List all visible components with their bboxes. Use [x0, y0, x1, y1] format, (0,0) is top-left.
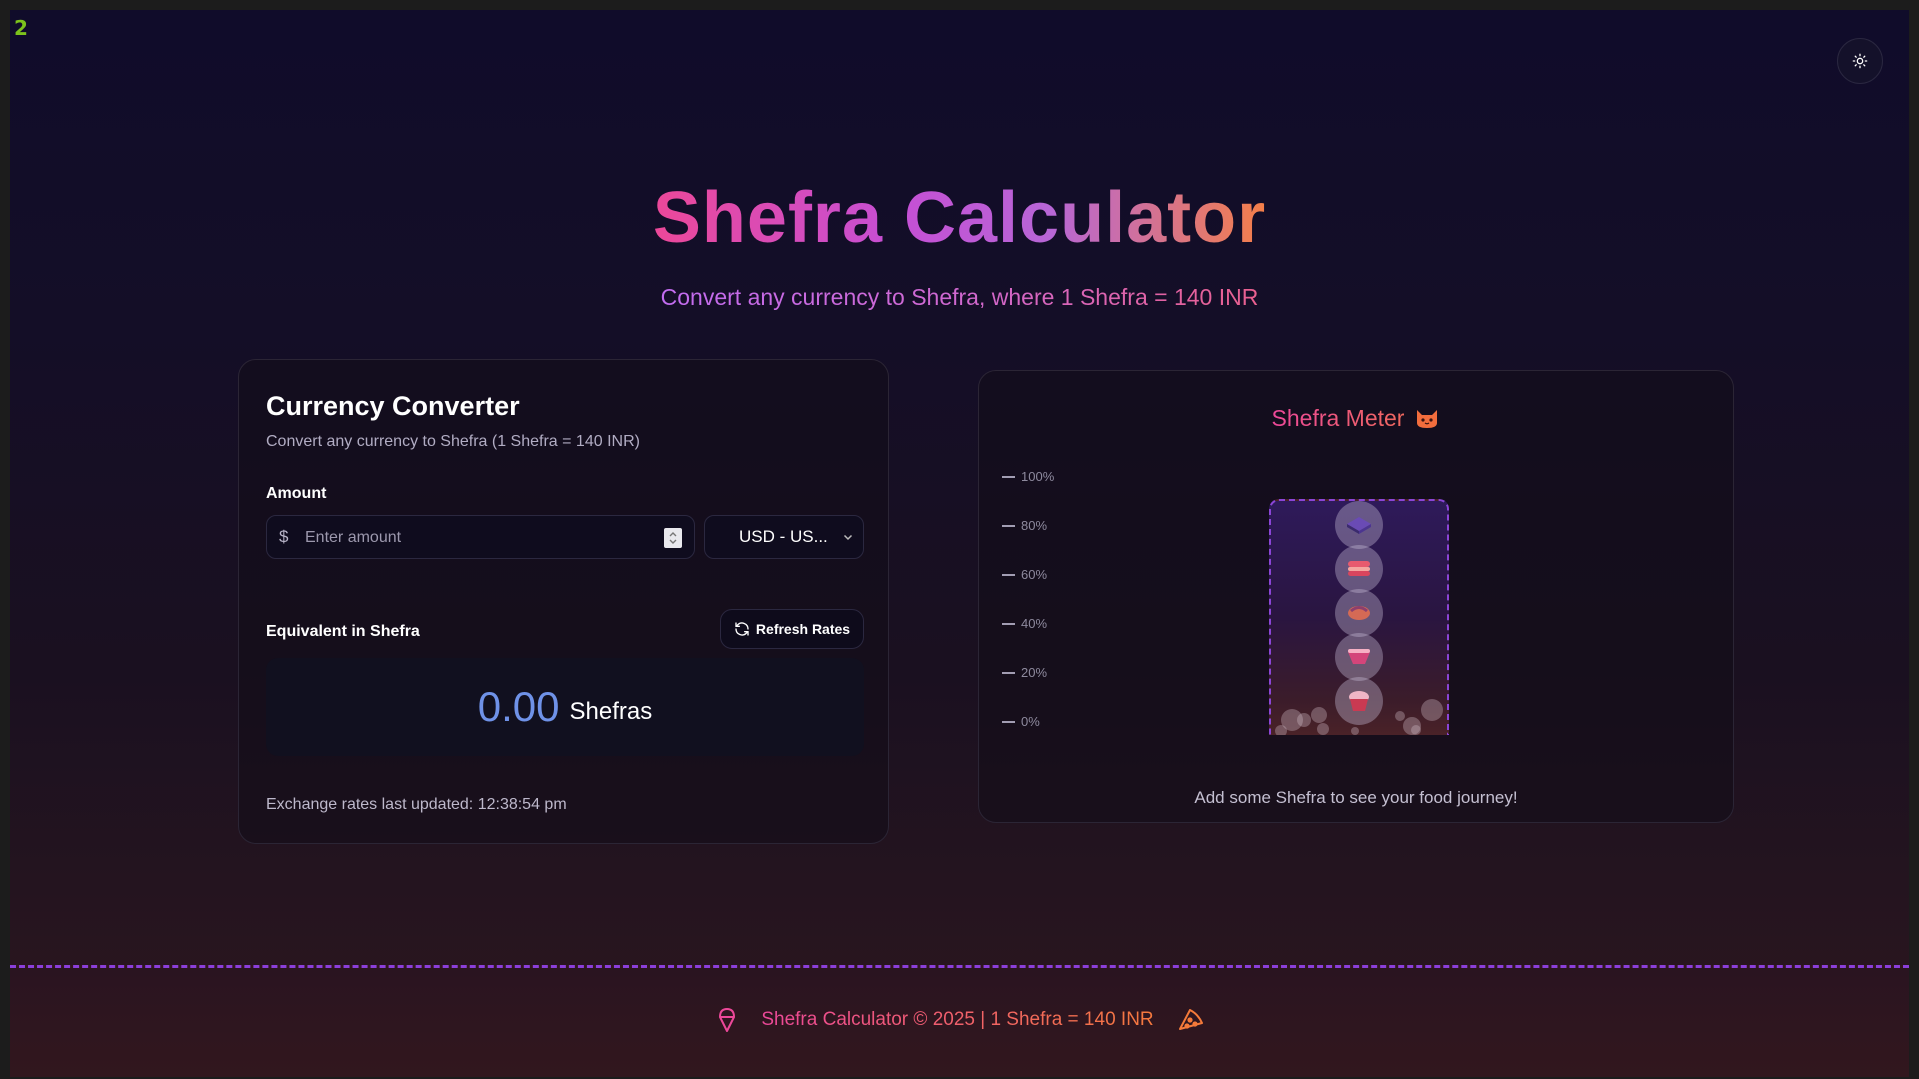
amount-stepper[interactable]	[664, 528, 682, 548]
cupcake-icon	[1335, 677, 1383, 725]
amount-label: Amount	[266, 485, 327, 502]
pizza-icon	[1178, 1009, 1203, 1030]
meter-scale-0: 0%	[1002, 714, 1040, 729]
currency-select[interactable]: USD - US...	[704, 515, 864, 559]
page-title: Shefra Calculator	[652, 178, 1267, 258]
bubble	[1421, 699, 1443, 721]
meter-title-text: Shefra Meter	[1271, 405, 1405, 431]
meter-caption: Add some Shefra to see your food journey…	[1194, 788, 1518, 807]
food-jar	[1269, 499, 1449, 735]
stepper-arrows-icon	[669, 532, 677, 544]
bubble	[1297, 713, 1311, 727]
currency-select-value: USD - US...	[739, 527, 828, 546]
chevron-down-icon	[843, 534, 852, 541]
meter-title: Shefra Meter	[979, 405, 1733, 432]
dumpling-icon	[1335, 589, 1383, 637]
sandwich-icon	[1335, 501, 1383, 549]
sun-icon	[1852, 53, 1868, 69]
bubble	[1351, 727, 1359, 735]
result-value: 0.00	[477, 683, 560, 730]
amount-input[interactable]	[303, 516, 647, 560]
page-subtitle: Convert any currency to Shefra, where 1 …	[660, 284, 1259, 310]
meter-scale-60: 60%	[1002, 567, 1047, 582]
converter-title: Currency Converter	[266, 391, 520, 421]
meter-scale-80: 80%	[1002, 518, 1047, 533]
converter-description: Convert any currency to Shefra (1 Shefra…	[266, 433, 640, 450]
dollar-icon: $	[279, 527, 289, 546]
equivalent-label: Equivalent in Shefra	[266, 623, 420, 640]
frame-index: 2	[14, 16, 28, 40]
result-display: 0.00 Shefras	[266, 658, 864, 756]
refresh-icon	[735, 622, 749, 636]
refresh-rates-button[interactable]: Refresh Rates	[720, 609, 864, 649]
rates-updated-text: Exchange rates last updated: 12:38:54 pm	[266, 796, 567, 813]
bubble	[1275, 725, 1287, 735]
refresh-rates-label: Refresh Rates	[755, 621, 851, 637]
bubble	[1395, 711, 1405, 721]
cat-icon	[1417, 409, 1438, 428]
amount-field: $	[266, 515, 695, 560]
meter-scale-40: 40%	[1002, 616, 1047, 631]
meter-scale-20: 20%	[1002, 665, 1047, 680]
bubble	[1317, 723, 1329, 735]
bubble	[1311, 707, 1327, 723]
meter-scale-100: 100%	[1002, 469, 1054, 484]
footer: Shefra Calculator © 2025 | 1 Shefra = 14…	[10, 965, 1909, 1077]
theme-toggle-button[interactable]	[1837, 38, 1883, 84]
bubble	[1411, 725, 1421, 735]
currency-converter-card: Currency Converter Convert any currency …	[238, 359, 889, 844]
result-unit: Shefras	[569, 698, 653, 725]
footer-text: Shefra Calculator © 2025 | 1 Shefra = 14…	[761, 1009, 1154, 1030]
ice-cream-icon	[719, 1008, 736, 1032]
shefra-meter-card: Shefra Meter 100% 80% 60% 40% 20% 0% Add…	[978, 370, 1734, 823]
app-window: 2 Shefra Calculator Convert any currency…	[10, 10, 1909, 1077]
footer-content: Shefra Calculator © 2025 | 1 Shefra = 14…	[10, 1006, 1909, 1034]
sushi-icon	[1335, 545, 1383, 593]
cake-slice-icon	[1335, 633, 1383, 681]
